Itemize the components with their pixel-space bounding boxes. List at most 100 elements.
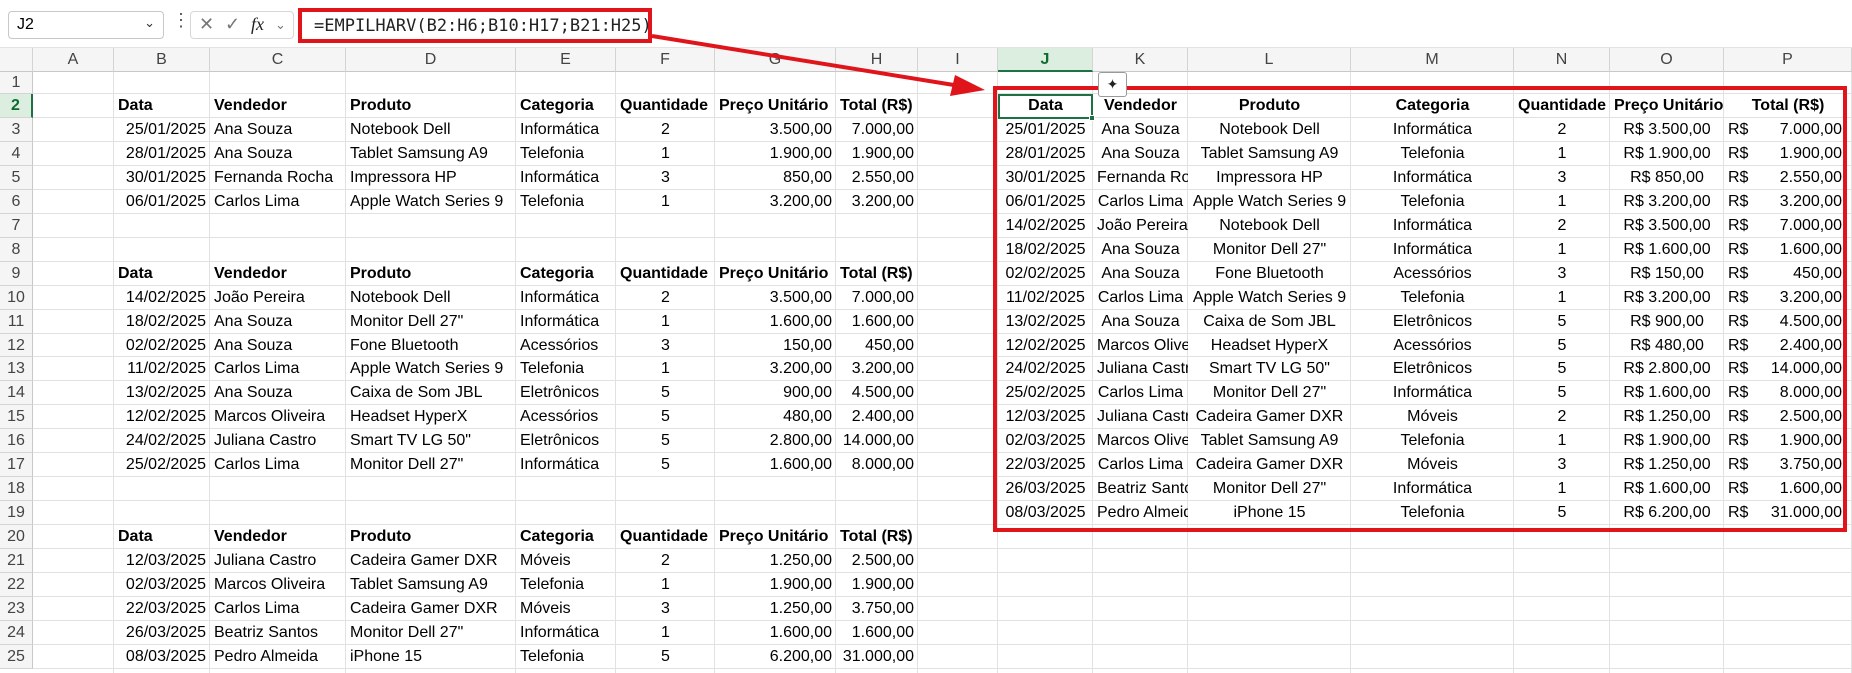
table-cell[interactable]: 26/03/2025 [114, 621, 210, 645]
table-cell[interactable]: Monitor Dell 27" [346, 310, 516, 334]
table-header-cell[interactable]: Vendedor [210, 525, 346, 549]
row-header-21[interactable]: 21 [0, 549, 33, 573]
table-cell[interactable]: Telefonia [516, 645, 616, 669]
table-cell[interactable]: Juliana Castro [210, 429, 346, 453]
table-cell[interactable]: Carlos Lima [210, 190, 346, 214]
table-cell[interactable]: 08/03/2025 [114, 645, 210, 669]
table-cell[interactable]: Móveis [516, 597, 616, 621]
row-header-13[interactable]: 13 [0, 357, 33, 381]
table-cell[interactable]: Juliana Castro [210, 549, 346, 573]
table-cell[interactable]: 3 [616, 334, 715, 357]
table-cell[interactable]: Informática [516, 166, 616, 190]
table-header-cell[interactable]: Data [114, 94, 210, 118]
row-header-14[interactable]: 14 [0, 381, 33, 405]
table-cell[interactable]: Fone Bluetooth [346, 334, 516, 357]
column-header-d[interactable]: D [346, 48, 516, 72]
table-header-cell[interactable]: Produto [346, 94, 516, 118]
column-header-b[interactable]: B [114, 48, 210, 72]
row-header-6[interactable]: 6 [0, 190, 33, 214]
column-header-j[interactable]: J [998, 48, 1093, 72]
table-cell[interactable]: 1.600,00 [836, 310, 918, 334]
table-cell[interactable]: 6.200,00 [715, 645, 836, 669]
table-cell[interactable]: 2.400,00 [836, 405, 918, 429]
table-cell[interactable]: 1.600,00 [715, 310, 836, 334]
table-cell[interactable]: 8.000,00 [836, 453, 918, 477]
table-cell[interactable]: Informática [516, 453, 616, 477]
table-cell[interactable]: 1.900,00 [836, 142, 918, 166]
table-cell[interactable]: João Pereira [210, 286, 346, 310]
row-header-24[interactable]: 24 [0, 621, 33, 645]
row-header-11[interactable]: 11 [0, 310, 33, 334]
table-header-cell[interactable]: Produto [346, 525, 516, 549]
table-cell[interactable]: 7.000,00 [836, 118, 918, 142]
table-cell[interactable]: 12/03/2025 [114, 549, 210, 573]
column-header-n[interactable]: N [1514, 48, 1610, 72]
table-cell[interactable]: Telefonia [516, 573, 616, 597]
row-header-7[interactable]: 7 [0, 214, 33, 238]
table-cell[interactable]: Carlos Lima [210, 453, 346, 477]
name-box[interactable]: J2 ⌄ [8, 11, 164, 39]
table-cell[interactable]: Telefonia [516, 357, 616, 381]
row-header-23[interactable]: 23 [0, 597, 33, 621]
chevron-down-icon[interactable]: ⌄ [144, 15, 155, 31]
table-cell[interactable]: 5 [616, 645, 715, 669]
table-header-cell[interactable]: Quantidade [616, 262, 715, 286]
table-cell[interactable]: 1.600,00 [715, 621, 836, 645]
column-header-k[interactable]: K [1093, 48, 1188, 72]
table-cell[interactable]: 1.900,00 [715, 142, 836, 166]
column-header-e[interactable]: E [516, 48, 616, 72]
row-header-20[interactable]: 20 [0, 525, 33, 549]
table-cell[interactable]: Beatriz Santos [210, 621, 346, 645]
table-cell[interactable]: 1 [616, 357, 715, 381]
table-cell[interactable]: 3.500,00 [715, 118, 836, 142]
table-header-cell[interactable]: Vendedor [210, 262, 346, 286]
table-cell[interactable]: 5 [616, 429, 715, 453]
column-header-m[interactable]: M [1351, 48, 1514, 72]
table-header-cell[interactable]: Categoria [516, 94, 616, 118]
table-header-cell[interactable]: Categoria [516, 262, 616, 286]
check-icon[interactable]: ✓ [225, 14, 240, 35]
table-cell[interactable]: Monitor Dell 27" [346, 621, 516, 645]
table-cell[interactable]: 850,00 [715, 166, 836, 190]
table-cell[interactable]: Carlos Lima [210, 357, 346, 381]
table-cell[interactable]: 3.500,00 [715, 286, 836, 310]
row-header-12[interactable]: 12 [0, 334, 33, 357]
table-cell[interactable]: 2 [616, 118, 715, 142]
table-cell[interactable]: 14.000,00 [836, 429, 918, 453]
table-cell[interactable]: 1.900,00 [836, 573, 918, 597]
table-header-cell[interactable]: Vendedor [210, 94, 346, 118]
table-cell[interactable]: 2 [616, 549, 715, 573]
table-cell[interactable]: Móveis [516, 549, 616, 573]
table-cell[interactable]: Smart TV LG 50" [346, 429, 516, 453]
table-cell[interactable]: 25/02/2025 [114, 453, 210, 477]
table-cell[interactable]: 1 [616, 310, 715, 334]
table-cell[interactable]: 3.200,00 [715, 190, 836, 214]
table-cell[interactable]: 3 [616, 597, 715, 621]
table-cell[interactable]: 2.550,00 [836, 166, 918, 190]
table-cell[interactable]: 480,00 [715, 405, 836, 429]
row-header-22[interactable]: 22 [0, 573, 33, 597]
table-cell[interactable]: Cadeira Gamer DXR [346, 549, 516, 573]
table-cell[interactable]: Caixa de Som JBL [346, 381, 516, 405]
table-cell[interactable]: 1 [616, 621, 715, 645]
table-cell[interactable]: Ana Souza [210, 334, 346, 357]
table-cell[interactable]: 150,00 [715, 334, 836, 357]
table-cell[interactable]: Telefonia [516, 142, 616, 166]
row-header-16[interactable]: 16 [0, 429, 33, 453]
table-cell[interactable]: 900,00 [715, 381, 836, 405]
quick-analysis-icon[interactable]: ✦ [1098, 72, 1127, 97]
table-header-cell[interactable]: Total (R$) [836, 262, 918, 286]
column-header-i[interactable]: I [918, 48, 998, 72]
column-header-a[interactable]: A [33, 48, 114, 72]
table-cell[interactable]: 12/02/2025 [114, 405, 210, 429]
fx-button[interactable]: fx [251, 14, 264, 35]
formula-input[interactable]: =EMPILHARV(B2:H6;B10:H17;B21:H25) [298, 8, 652, 43]
select-all-corner[interactable] [0, 48, 33, 72]
row-header-17[interactable]: 17 [0, 453, 33, 477]
table-cell[interactable]: Tablet Samsung A9 [346, 573, 516, 597]
table-cell[interactable]: Ana Souza [210, 310, 346, 334]
table-cell[interactable]: Informática [516, 118, 616, 142]
chevron-down-icon[interactable]: ⌄ [275, 17, 286, 33]
table-cell[interactable]: Notebook Dell [346, 118, 516, 142]
row-header-2[interactable]: 2 [0, 94, 33, 118]
